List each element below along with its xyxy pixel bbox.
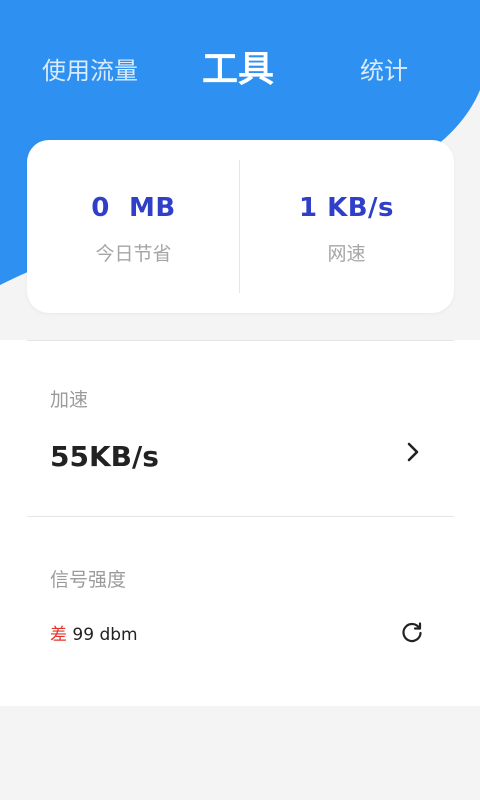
signal-dbm-value: 99 dbm	[72, 625, 138, 645]
saved-today-value: 0 MB	[91, 193, 176, 223]
stats-card: 0 MB 今日节省 1 KB/s 网速	[27, 140, 454, 313]
saved-today-label: 今日节省	[95, 243, 172, 265]
tab-stats[interactable]: 统计	[360, 51, 408, 86]
signal-strength-label: 信号强度	[50, 569, 127, 591]
chevron-right-icon[interactable]	[400, 440, 424, 464]
net-speed-value: 1 KB/s	[298, 193, 395, 223]
panel-top-divider	[27, 340, 454, 341]
accelerate-value[interactable]: 55KB/s	[50, 440, 159, 473]
accelerate-label: 加速	[50, 389, 89, 411]
top-tab-bar: 使用流量 工具 统计	[0, 40, 480, 96]
tab-tools[interactable]: 工具	[202, 40, 274, 92]
saved-today-stat: 0 MB 今日节省	[27, 140, 240, 313]
refresh-icon[interactable]	[398, 618, 426, 646]
tab-usage[interactable]: 使用流量	[42, 51, 138, 86]
net-speed-stat: 1 KB/s 网速	[240, 140, 453, 313]
signal-strength-row: 差 99 dbm	[50, 620, 138, 645]
section-divider	[27, 516, 454, 517]
signal-quality-badge: 差	[50, 625, 67, 645]
net-speed-label: 网速	[327, 243, 366, 265]
